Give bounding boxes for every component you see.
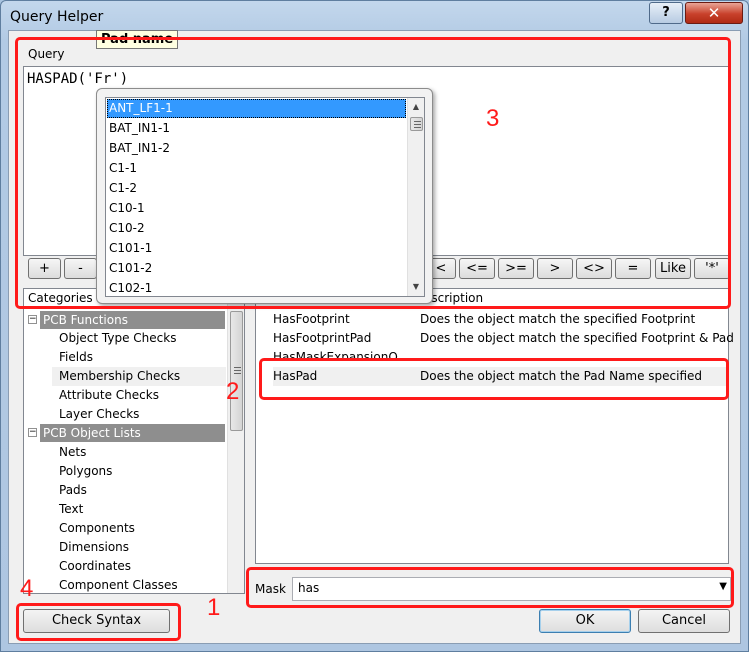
annotation-box-3 [15,37,731,309]
tree-item-coordinates[interactable]: Coordinates [59,557,131,576]
annotation-box-2 [259,358,729,400]
categories-scroll-thumb[interactable] [230,311,243,431]
categories-scrollbar[interactable] [227,289,244,593]
function-description: Does the object match the specified Foot… [420,331,734,345]
tree-group-pcb-object-lists[interactable]: PCB Object Lists [40,424,225,442]
tree-item-components[interactable]: Components [59,519,135,538]
tree-item-nets[interactable]: Nets [59,443,86,462]
annotation-number-2: 2 [226,378,240,405]
cancel-button[interactable]: Cancel [638,609,730,633]
functions-panel: escription HasFootprint Does the object … [255,288,734,564]
annotation-box-1 [246,567,734,608]
tree-group-pcb-functions[interactable]: PCB Functions [40,311,225,329]
tree-item-fields[interactable]: Fields [59,348,93,367]
tree-item-component-classes[interactable]: Component Classes [59,576,178,595]
annotation-number-3: 3 [486,105,500,132]
collapse-icon[interactable]: − [28,315,37,324]
tree-item-dimensions[interactable]: Dimensions [59,538,129,557]
function-description: Does the object match the specified Foot… [420,312,696,326]
tree-item-polygons[interactable]: Polygons [59,462,112,481]
tree-item-object-type-checks[interactable]: Object Type Checks [59,329,176,348]
function-row[interactable]: HasFootprint Does the object match the s… [273,310,728,329]
function-name: HasFootprint [273,312,350,326]
tree-item-text[interactable]: Text [59,500,83,519]
ok-button[interactable]: OK [539,609,631,633]
help-button[interactable]: ? [649,2,683,24]
window-title: Query Helper [10,9,104,25]
close-button[interactable]: ✕ [685,2,743,24]
tree-item-pads[interactable]: Pads [59,481,87,500]
tree-item-layer-checks[interactable]: Layer Checks [59,405,139,424]
annotation-number-4: 4 [20,575,34,602]
annotation-number-1: 1 [207,594,221,621]
collapse-icon[interactable]: − [28,428,37,437]
annotation-box-4 [16,603,181,641]
function-name: HasFootprintPad [273,331,372,345]
function-row[interactable]: HasFootprintPad Does the object match th… [273,329,734,348]
tree-item-attribute-checks[interactable]: Attribute Checks [59,386,159,405]
categories-panel: Categories PCB Functions − Object Type C… [23,288,245,594]
tree-item-membership-checks[interactable]: Membership Checks [59,367,180,386]
